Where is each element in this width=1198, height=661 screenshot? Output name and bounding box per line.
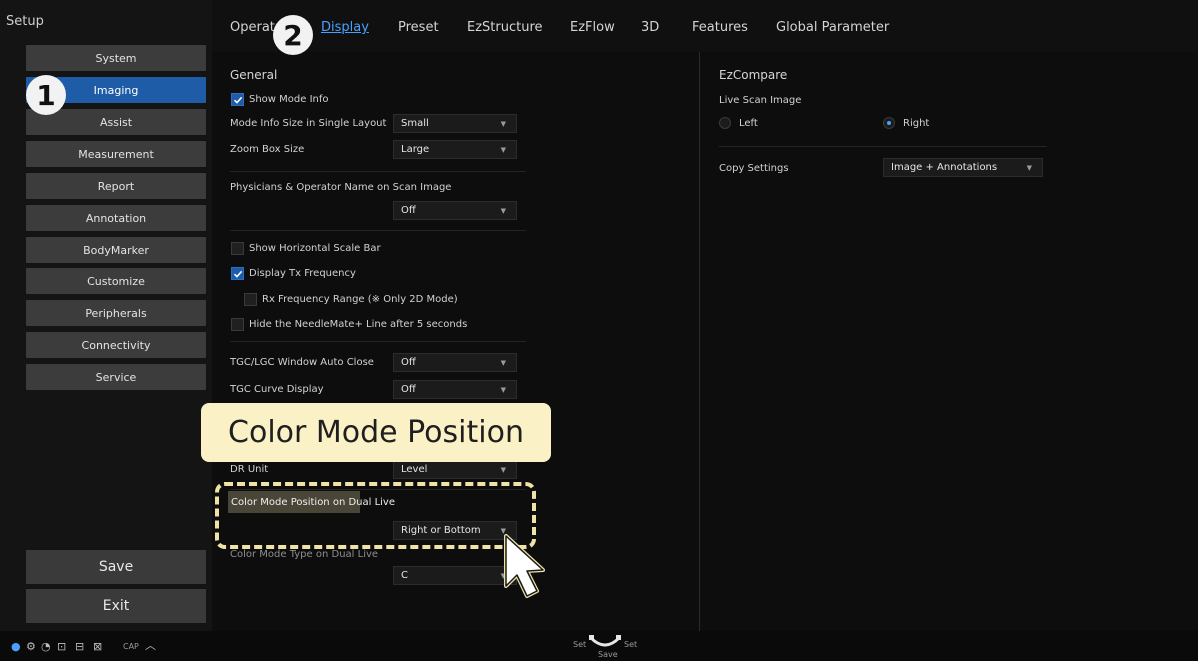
set-right-label: Set [624, 640, 638, 649]
dropdown-value: Level [401, 464, 428, 475]
dropdown-value: Off [401, 205, 416, 216]
sidebar-item-bodymarker[interactable]: BodyMarker [26, 237, 206, 263]
mode-info-size-label: Mode Info Size in Single Layout [230, 118, 387, 129]
divider [230, 341, 526, 342]
dropdown-value: Small [401, 118, 429, 129]
ezcompare-title: EzCompare [719, 68, 788, 82]
tgc-lgc-auto-close-label: TGC/LGC Window Auto Close [230, 357, 374, 368]
cursor-icon [504, 534, 545, 598]
check-icon [233, 270, 242, 278]
dr-unit-label: DR Unit [230, 464, 269, 475]
tgc-curve-display-label: TGC Curve Display [230, 384, 324, 395]
sidebar-item-annotation[interactable]: Annotation [26, 205, 206, 231]
zoom-box-size-label: Zoom Box Size [230, 144, 305, 155]
step-1-badge: 1 [26, 75, 66, 115]
live-scan-right-label: Right [903, 118, 930, 129]
tab-display[interactable]: Display [321, 20, 369, 35]
tab-operation[interactable]: Operat [230, 20, 275, 35]
chevron-up-icon[interactable]: ︿ [145, 637, 156, 653]
highlight-dashed-box [215, 482, 536, 549]
general-title: General [230, 68, 278, 82]
tab-preset[interactable]: Preset [398, 20, 439, 35]
dropdown-value: Off [401, 384, 416, 395]
sidebar-item-customize[interactable]: Customize [26, 268, 206, 294]
tab-3d[interactable]: 3D [641, 20, 659, 35]
chevron-down-icon: ▼ [500, 386, 506, 394]
show-horizontal-scale-bar-label: Show Horizontal Scale Bar [249, 243, 381, 254]
display-tx-frequency-checkbox[interactable] [231, 267, 244, 280]
live-scan-left-radio[interactable] [719, 117, 731, 129]
caps-lock-indicator: CAP [123, 642, 139, 651]
live-scan-left-label: Left [739, 118, 758, 129]
network-icon: ⚙ [26, 640, 36, 653]
show-mode-info-label: Show Mode Info [249, 94, 329, 105]
printer-icon: ⊠ [93, 640, 103, 653]
rx-frequency-range-checkbox[interactable] [244, 293, 257, 306]
sidebar-item-measurement[interactable]: Measurement [26, 141, 206, 167]
chevron-down-icon: ▼ [500, 466, 506, 474]
display-tx-frequency-label: Display Tx Frequency [249, 268, 356, 279]
dr-unit-dropdown[interactable]: Level ▼ [393, 460, 517, 479]
sidebar-item-report[interactable]: Report [26, 173, 206, 199]
rx-frequency-range-label: Rx Frequency Range (※ Only 2D Mode) [262, 294, 458, 305]
tab-features[interactable]: Features [692, 20, 748, 35]
hide-needlemate-line-checkbox[interactable] [231, 318, 244, 331]
storage-icon: ⊟ [75, 640, 85, 653]
tab-ezstructure[interactable]: EzStructure [467, 20, 543, 35]
tgc-lgc-auto-close-dropdown[interactable]: Off ▼ [393, 353, 517, 372]
live-scan-right-radio[interactable] [883, 117, 895, 129]
dropdown-value: Off [401, 357, 416, 368]
status-bar: ● ⚙ ◔ ⊡ ⊟ ⊠ CAP ︿ Set Set Save [0, 631, 1198, 661]
trackball-save-label: Save [598, 650, 618, 659]
trackball-icon [589, 635, 621, 647]
divider [230, 230, 526, 231]
setup-title: Setup [6, 14, 44, 29]
tab-global-parameter[interactable]: Global Parameter [776, 20, 889, 35]
show-horizontal-scale-bar-checkbox[interactable] [231, 242, 244, 255]
mode-info-size-dropdown[interactable]: Small ▼ [393, 114, 517, 133]
color-mode-type-dropdown[interactable]: C ▼ [393, 566, 517, 585]
usb-icon: ⊡ [57, 640, 67, 653]
live-scan-image-label: Live Scan Image [719, 95, 802, 106]
tgc-curve-display-dropdown[interactable]: Off ▼ [393, 380, 517, 399]
set-left-label: Set [573, 640, 587, 649]
divider [230, 171, 526, 172]
show-mode-info-checkbox[interactable] [231, 93, 244, 106]
hide-needlemate-line-label: Hide the NeedleMate+ Line after 5 second… [249, 319, 468, 330]
zoom-box-size-dropdown[interactable]: Large ▼ [393, 140, 517, 159]
check-icon [233, 96, 242, 104]
tab-ezflow[interactable]: EzFlow [570, 20, 615, 35]
user-icon: ● [11, 640, 21, 653]
color-mode-type-label: Color Mode Type on Dual Live [230, 549, 379, 560]
chevron-down-icon: ▼ [1026, 164, 1032, 172]
divider [719, 146, 1047, 147]
clock-icon: ◔ [41, 640, 51, 653]
exit-button[interactable]: Exit [26, 589, 206, 623]
copy-settings-dropdown[interactable]: Image + Annotations ▼ [883, 158, 1043, 177]
copy-settings-label: Copy Settings [719, 163, 789, 174]
dropdown-value: Large [401, 144, 430, 155]
sidebar-item-connectivity[interactable]: Connectivity [26, 332, 206, 358]
chevron-down-icon: ▼ [500, 120, 506, 128]
physicians-name-label: Physicians & Operator Name on Scan Image [230, 182, 452, 193]
step-2-badge: 2 [273, 15, 313, 55]
chevron-down-icon: ▼ [500, 146, 506, 154]
chevron-down-icon: ▼ [500, 207, 506, 215]
sidebar-item-peripherals[interactable]: Peripherals [26, 300, 206, 326]
physicians-name-dropdown[interactable]: Off ▼ [393, 201, 517, 220]
sidebar-item-system[interactable]: System [26, 45, 206, 71]
sidebar-item-service[interactable]: Service [26, 364, 206, 390]
save-button[interactable]: Save [26, 550, 206, 584]
chevron-down-icon: ▼ [500, 359, 506, 367]
dropdown-value: Image + Annotations [891, 162, 998, 173]
dropdown-value: C [401, 570, 408, 581]
color-mode-position-callout: Color Mode Position [201, 403, 551, 462]
